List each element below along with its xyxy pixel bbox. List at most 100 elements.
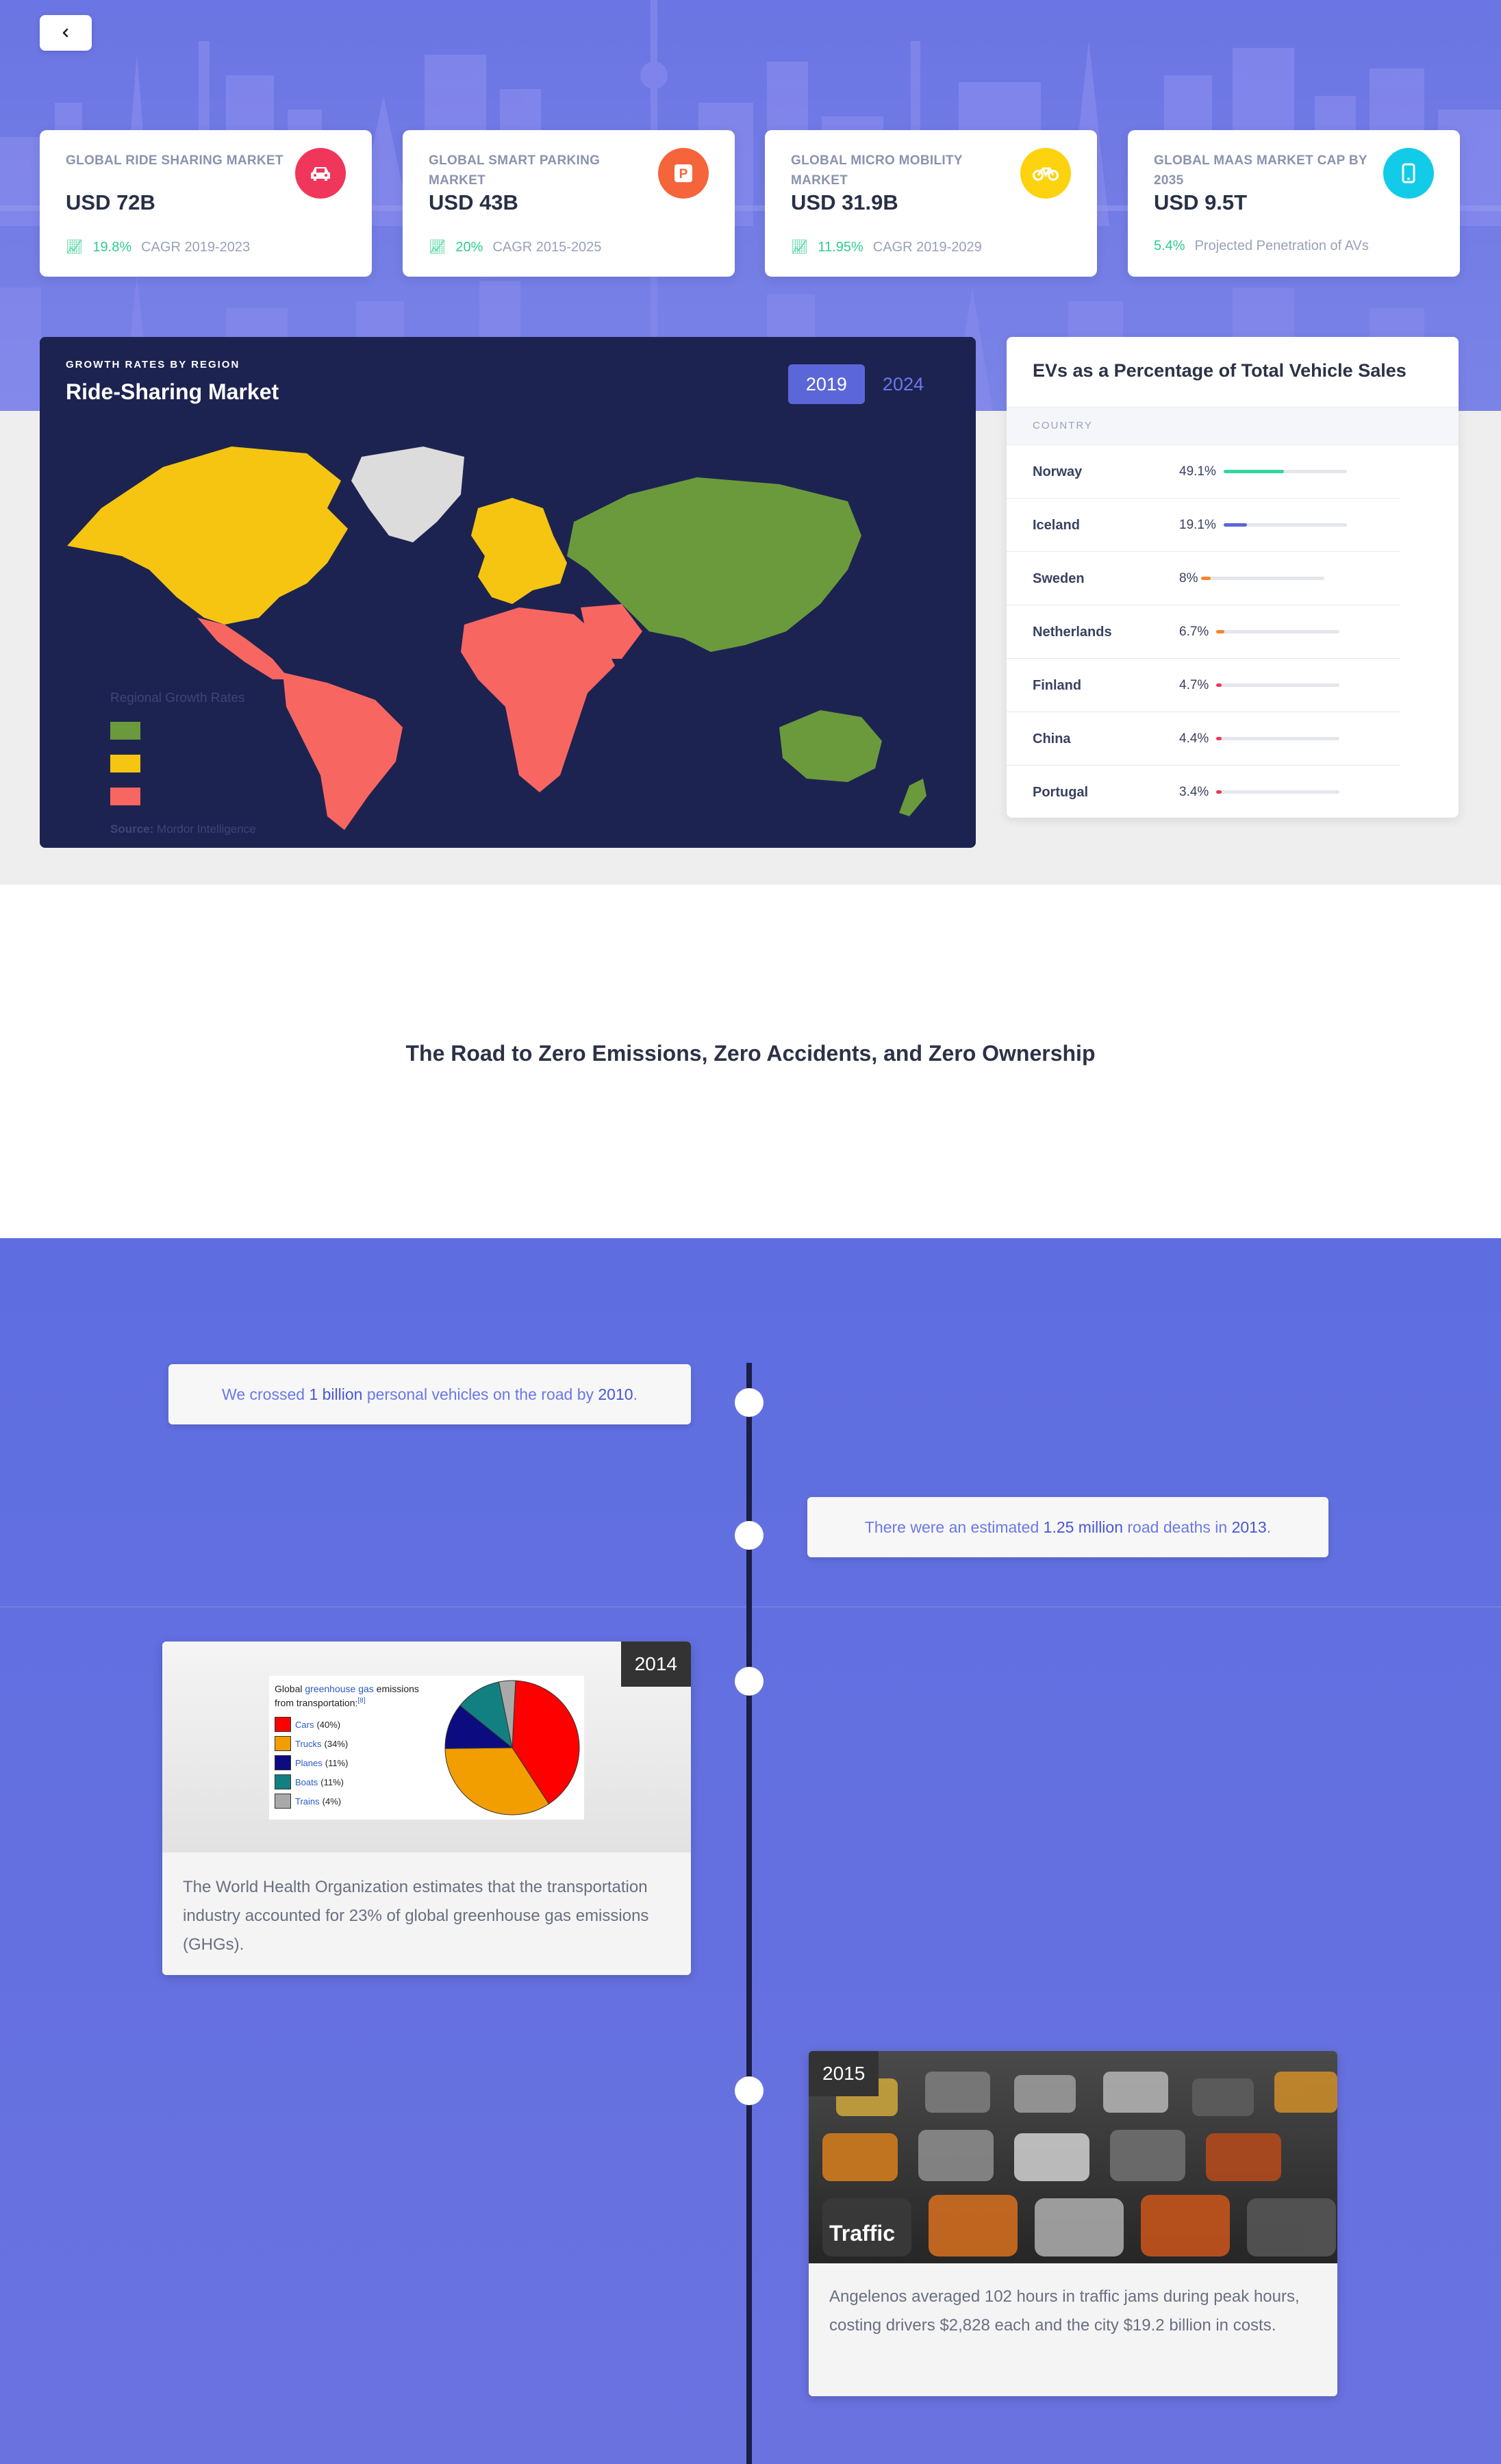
ev-percent: 4.4%: [1179, 731, 1209, 746]
legend-item-high: High: [110, 722, 180, 740]
ev-percent: 4.7%: [1179, 678, 1209, 692]
chart-caption: Global greenhouse gas emissions from tra…: [275, 1683, 419, 1709]
stat-footer: 📈︎ 20% CAGR 2015-2025: [429, 238, 601, 255]
legend-label: High: [153, 723, 181, 738]
note-text: We crossed: [222, 1385, 305, 1403]
map-region-australia: [779, 710, 882, 782]
year-toggle: 2019 2024: [787, 364, 942, 404]
legend-value: (11%): [320, 1776, 344, 1787]
ev-bar-fill: [1201, 577, 1211, 580]
legend-item-mid: Mid: [110, 755, 175, 772]
ev-card-title: EVs as a Percentage of Total Vehicle Sal…: [1033, 360, 1407, 381]
legend-value: (11%): [325, 1757, 349, 1768]
legend-title: Regional Growth Rates: [110, 691, 245, 705]
ev-bar-track: [1224, 523, 1347, 527]
traffic-photo: Traffic: [809, 2051, 1337, 2263]
note-text: personal vehicles on the road by: [366, 1385, 594, 1403]
stat-footer: 📈︎ 11.95% CAGR 2019-2029: [791, 238, 982, 255]
map-region-new-zealand: [899, 779, 926, 816]
legend-category[interactable]: Trains: [295, 1796, 320, 1807]
ev-bar-fill: [1224, 470, 1285, 473]
legend-category[interactable]: Cars: [295, 1720, 314, 1730]
caption-ref[interactable]: [8]: [357, 1697, 365, 1705]
stat-value: USD 43B: [429, 190, 518, 214]
ev-table-row: Sweden 8%: [1007, 552, 1400, 605]
year-button-2024[interactable]: 2024: [865, 364, 942, 404]
legend-value: (4%): [322, 1796, 342, 1807]
map-region-central-america: [197, 618, 290, 679]
ev-country: Netherlands: [1033, 625, 1112, 640]
source-label: Source:: [110, 822, 154, 835]
ev-country: Finland: [1033, 678, 1082, 693]
stat-value: USD 72B: [66, 190, 155, 214]
ev-percent: 3.4%: [1179, 785, 1209, 799]
chevron-left-icon: [62, 28, 68, 38]
legend-swatch: [110, 722, 140, 740]
stat-title: GLOBAL MICRO MOBILITY MARKET: [791, 153, 963, 188]
ev-country: Iceland: [1033, 518, 1080, 533]
stat-card-maas: GLOBAL MAAS MARKET CAP BY 2035 USD 9.5T …: [1128, 130, 1460, 277]
note-highlight: 1.25 million: [1043, 1518, 1123, 1536]
note-highlight: 2013: [1231, 1518, 1267, 1536]
car-icon: [295, 148, 346, 199]
year-tag: 2014: [620, 1642, 691, 1687]
legend-label: Low: [153, 789, 177, 803]
timeline-dot[interactable]: [735, 1388, 764, 1417]
world-map: [67, 447, 926, 830]
trend-up-icon: 📈︎: [66, 240, 84, 255]
ev-bar-fill: [1216, 790, 1222, 794]
legend-category[interactable]: Trucks: [295, 1739, 322, 1749]
legend-item-low: Low: [110, 788, 177, 805]
back-button[interactable]: [40, 15, 92, 51]
ghg-legend-item: Cars (40%): [275, 1717, 340, 1732]
legend-swatch: [275, 1774, 291, 1789]
timeline-dot[interactable]: [735, 1667, 764, 1696]
note-text: .: [1266, 1518, 1272, 1536]
image-label: Traffic: [829, 2221, 896, 2246]
ev-percent: 19.1%: [1179, 518, 1216, 532]
ev-table-row: Norway 49.1%: [1007, 445, 1400, 499]
caption-line2: from transportation:: [275, 1697, 358, 1709]
stat-title: GLOBAL SMART PARKING MARKET: [429, 153, 601, 188]
timeline-note-2010: We crossed 1 billion personal vehicles o…: [168, 1364, 691, 1424]
timeline-card-2014: Global greenhouse gas emissions from tra…: [162, 1642, 691, 1975]
bicycle-icon: [1020, 148, 1071, 199]
map-region-north-america: [67, 447, 348, 625]
ev-bar-track: [1201, 577, 1324, 580]
legend-value: (40%): [316, 1719, 341, 1730]
stat-footer: 📈︎ 19.8% CAGR 2019-2023: [66, 238, 250, 255]
ghg-legend-item: Trucks (34%): [275, 1736, 348, 1751]
growth-map-card: GROWTH RATES BY REGION Ride-Sharing Mark…: [40, 337, 976, 848]
stat-card-smart-parking: GLOBAL SMART PARKING MARKET USD 43B P 📈︎…: [403, 130, 735, 277]
stat-note: CAGR 2019-2023: [141, 240, 251, 255]
legend-swatch: [275, 1717, 291, 1732]
year-button-2019[interactable]: 2019: [787, 364, 865, 404]
timeline-dot[interactable]: [735, 2076, 764, 2105]
ev-bar-fill: [1216, 630, 1225, 633]
stat-value: USD 31.9B: [791, 190, 898, 214]
year-tag: 2015: [809, 2051, 879, 2096]
stat-value: USD 9.5T: [1154, 190, 1248, 214]
note-highlight: 2010: [598, 1385, 633, 1403]
stat-title: GLOBAL RIDE SHARING MARKET: [66, 153, 283, 168]
legend-category[interactable]: Boats: [295, 1777, 318, 1787]
ev-percent: 49.1%: [1179, 464, 1216, 479]
timeline-note-2013: There were an estimated 1.25 million roa…: [807, 1497, 1328, 1557]
ev-country: China: [1033, 731, 1071, 746]
ghg-chart-panel: Global greenhouse gas emissions from tra…: [269, 1676, 584, 1820]
card-text: The World Health Organization estimates …: [183, 1878, 649, 1954]
legend-category[interactable]: Planes: [295, 1758, 323, 1768]
card-text: Angelenos averaged 102 hours in traffic …: [829, 2287, 1300, 2335]
ev-table-row: Netherlands 6.7%: [1007, 605, 1400, 659]
ghg-legend-item: Planes (11%): [275, 1755, 348, 1770]
map-region-south-america: [283, 672, 403, 830]
stat-change: 19.8%: [92, 240, 132, 255]
caption-link[interactable]: greenhouse gas: [305, 1683, 373, 1694]
trend-up-icon: 📈︎: [429, 240, 446, 255]
timeline-dot[interactable]: [735, 1521, 764, 1550]
stat-change: 5.4%: [1154, 238, 1185, 253]
ev-bar-track: [1216, 683, 1339, 687]
legend-swatch: [275, 1755, 291, 1770]
stat-note: CAGR 2019-2029: [872, 240, 982, 255]
timeline-card-2015: Traffic 2015 Angelenos averaged 102 hour…: [809, 2051, 1337, 2396]
